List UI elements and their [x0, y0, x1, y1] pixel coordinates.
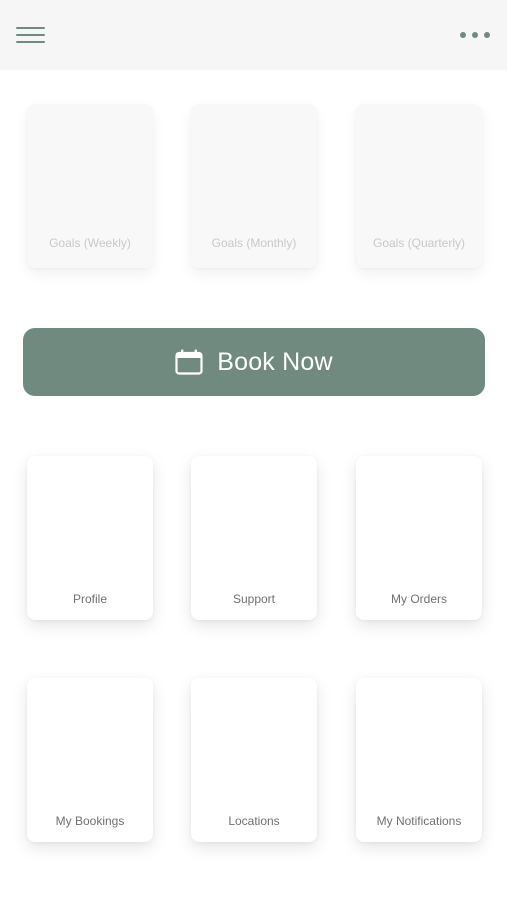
book-now-button[interactable]: Book Now — [23, 328, 485, 396]
my-bookings-label: My Bookings — [55, 814, 125, 828]
my-notifications-label: My Notifications — [376, 814, 462, 828]
my-orders-label: My Orders — [390, 592, 447, 606]
more-options-icon[interactable] — [459, 28, 491, 42]
goals-quarterly-label: Goals (Quarterly) — [372, 236, 466, 250]
locations-label: Locations — [228, 814, 280, 828]
calendar-icon — [175, 349, 203, 375]
my-bookings-tile[interactable]: My Bookings — [27, 678, 153, 842]
hamburger-menu-icon[interactable] — [16, 25, 46, 45]
my-notifications-tile[interactable]: My Notifications — [356, 678, 482, 842]
goals-quarterly-tile[interactable]: Goals (Quarterly) — [356, 104, 482, 268]
profile-tile[interactable]: Profile — [27, 456, 153, 620]
top-app-bar — [0, 0, 507, 70]
support-tile[interactable]: Support — [191, 456, 317, 620]
my-orders-tile[interactable]: My Orders — [356, 456, 482, 620]
profile-label: Profile — [72, 592, 107, 606]
goals-monthly-tile[interactable]: Goals (Monthly) — [191, 104, 317, 268]
goals-weekly-label: Goals (Weekly) — [49, 236, 131, 250]
goals-monthly-label: Goals (Monthly) — [211, 236, 297, 250]
book-now-label: Book Now — [217, 347, 333, 376]
locations-tile[interactable]: Locations — [191, 678, 317, 842]
goals-weekly-tile[interactable]: Goals (Weekly) — [27, 104, 153, 268]
support-label: Support — [232, 592, 276, 606]
